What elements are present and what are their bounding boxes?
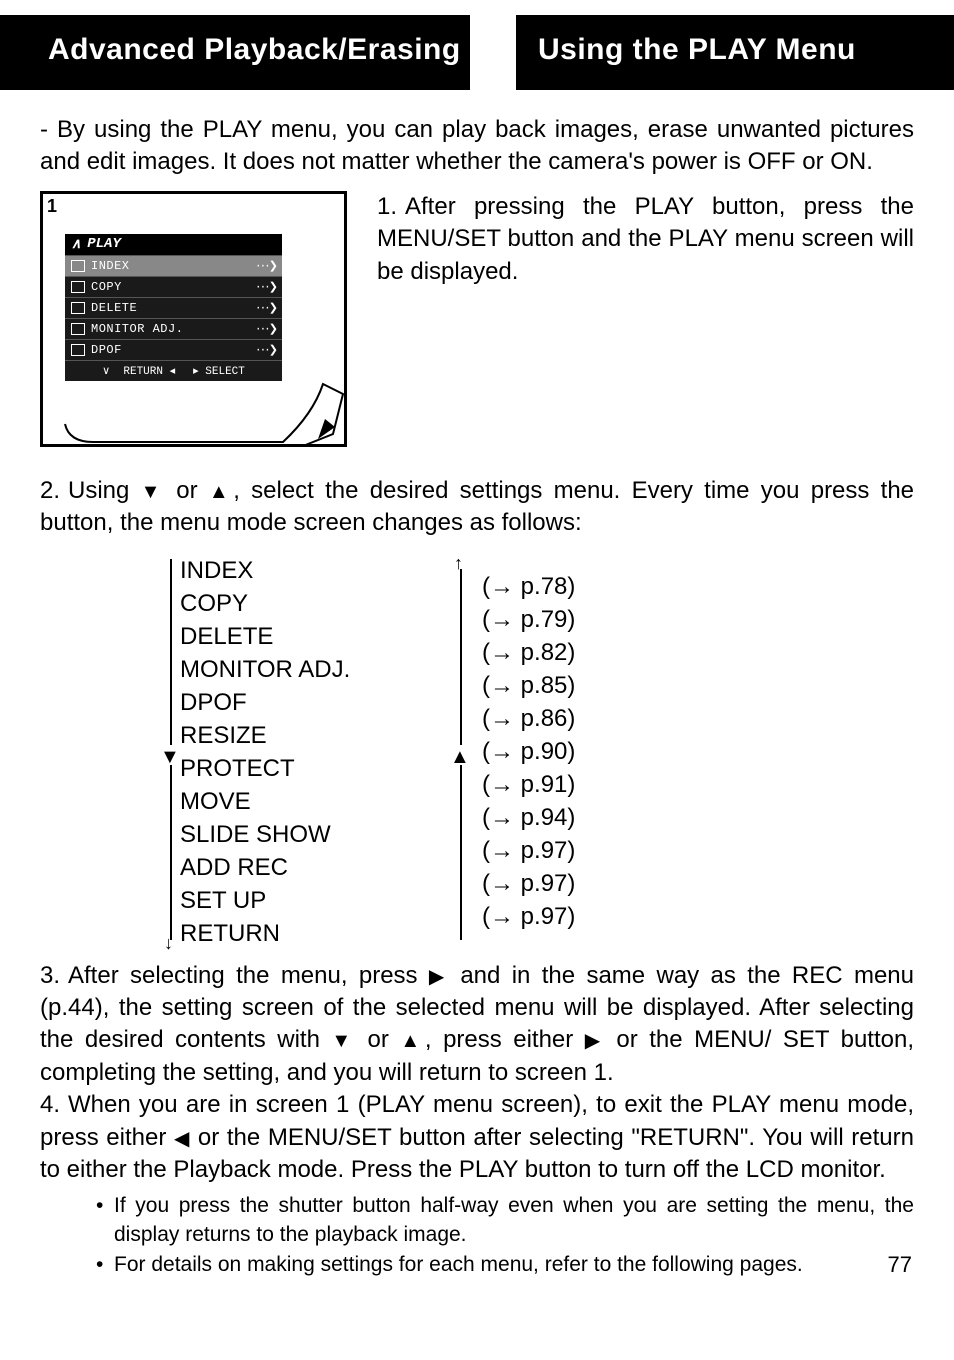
- lcd-menu-row-delete: DELETE···❯: [65, 297, 282, 318]
- note-item: If you press the shutter button half-way…: [96, 1192, 914, 1249]
- page-ref: p.82: [482, 636, 575, 669]
- triangle-right-icon: ▶: [585, 1030, 605, 1052]
- step-text: After pressing the PLAY button, press th…: [377, 193, 914, 285]
- lcd-illustration: 1 ∧ PLAY INDEX···❯ COPY···❯ DELETE···❯ M…: [40, 191, 347, 447]
- down-scroll-indicator: ▼ ↓: [160, 555, 180, 949]
- step-number: 4.: [40, 1089, 68, 1121]
- monitor-icon: [71, 323, 85, 335]
- submenu-arrow-icon: ···❯: [255, 280, 276, 294]
- submenu-arrow-icon: ···❯: [255, 301, 276, 315]
- page-ref: p.86: [482, 702, 575, 735]
- page-ref: p.90: [482, 735, 575, 768]
- lcd-menu-title: PLAY: [87, 236, 121, 252]
- menu-item: RESIZE: [180, 719, 450, 752]
- step-1: 1.After pressing the PLAY button, press …: [377, 191, 914, 288]
- submenu-arrow-icon: ···❯: [255, 322, 276, 336]
- triangle-left-icon: ◀: [174, 1128, 190, 1150]
- note-item: For details on making settings for each …: [96, 1251, 914, 1279]
- trash-icon: [71, 302, 85, 314]
- lcd-menu-row-monitor: MONITOR ADJ.···❯: [65, 318, 282, 339]
- menu-item: RETURN: [180, 917, 450, 950]
- page-header: Advanced Playback/Erasing Using the PLAY…: [0, 15, 954, 90]
- page-ref: p.97: [482, 867, 575, 900]
- copy-icon: [71, 281, 85, 293]
- arrow-down-icon: ↓: [164, 933, 173, 954]
- menu-refs-column: p.78 p.79 p.82 p.85 p.86 p.90 p.91 p.94 …: [482, 570, 575, 933]
- menu-item: PROTECT: [180, 752, 450, 785]
- triangle-up-icon: ▲: [209, 481, 233, 503]
- lcd-number: 1: [47, 196, 57, 217]
- menu-item: SLIDE SHOW: [180, 818, 450, 851]
- lcd-menu-footer: ∨ RETURN ◂ ▸ SELECT: [65, 360, 282, 381]
- header-page-title: Using the PLAY Menu: [516, 15, 954, 90]
- menu-item: COPY: [180, 587, 450, 620]
- page-ref: p.85: [482, 669, 575, 702]
- grid-icon: [71, 260, 85, 272]
- lcd-menu: ∧ PLAY INDEX···❯ COPY···❯ DELETE···❯ MON…: [65, 234, 282, 381]
- submenu-arrow-icon: ···❯: [255, 343, 276, 357]
- step-number: 2.: [40, 475, 68, 507]
- header-gap: [470, 15, 516, 90]
- triangle-right-icon: ▶: [429, 966, 449, 988]
- menu-item: INDEX: [180, 554, 450, 587]
- menu-item: SET UP: [180, 884, 450, 917]
- submenu-arrow-icon: ···❯: [255, 259, 276, 273]
- triangle-down-icon: ▼: [331, 1030, 356, 1052]
- menu-item: ADD REC: [180, 851, 450, 884]
- page-ref: p.91: [482, 768, 575, 801]
- page-ref: p.79: [482, 603, 575, 636]
- intro-paragraph: By using the PLAY menu, you can play bac…: [40, 114, 914, 179]
- step-number: 3.: [40, 960, 68, 992]
- lcd-menu-row-dpof: DPOF···❯: [65, 339, 282, 360]
- step-4: 4.When you are in screen 1 (PLAY menu sc…: [40, 1089, 914, 1186]
- triangle-down-icon: ▼: [141, 481, 165, 503]
- step-number: 1.: [377, 191, 405, 223]
- page-ref: p.78: [482, 570, 575, 603]
- triangle-up-icon: ▲: [400, 1030, 425, 1052]
- menu-item: MOVE: [180, 785, 450, 818]
- page-ref: p.94: [482, 801, 575, 834]
- up-scroll-indicator: ↑ ▲: [450, 555, 482, 949]
- triangle-left-icon: ◂: [170, 366, 176, 378]
- menu-list: ▼ ↓ INDEX COPY DELETE MONITOR ADJ. DPOF …: [160, 554, 914, 950]
- chevron-down-icon: ∨: [102, 366, 110, 378]
- menu-item: DPOF: [180, 686, 450, 719]
- page-ref: p.97: [482, 900, 575, 933]
- page-number: 77: [888, 1252, 912, 1278]
- lcd-menu-row-copy: COPY···❯: [65, 276, 282, 297]
- header-section-title: Advanced Playback/Erasing: [0, 15, 470, 90]
- menu-item: DELETE: [180, 620, 450, 653]
- notes-list: If you press the shutter button half-way…: [96, 1192, 914, 1279]
- chevron-up-icon: ∧: [71, 236, 81, 253]
- page-ref: p.97: [482, 834, 575, 867]
- menu-names-column: INDEX COPY DELETE MONITOR ADJ. DPOF RESI…: [180, 554, 450, 950]
- lcd-menu-row-index: INDEX···❯: [65, 255, 282, 276]
- menu-item: MONITOR ADJ.: [180, 653, 450, 686]
- lcd-menu-title-row: ∧ PLAY: [65, 234, 282, 255]
- step-3: 3.After selecting the menu, press ▶ and …: [40, 960, 914, 1090]
- triangle-right-icon: ▸: [193, 366, 199, 378]
- step-2: 2.Using ▼ or ▲, select the desired setti…: [40, 475, 914, 540]
- dpof-icon: [71, 344, 85, 356]
